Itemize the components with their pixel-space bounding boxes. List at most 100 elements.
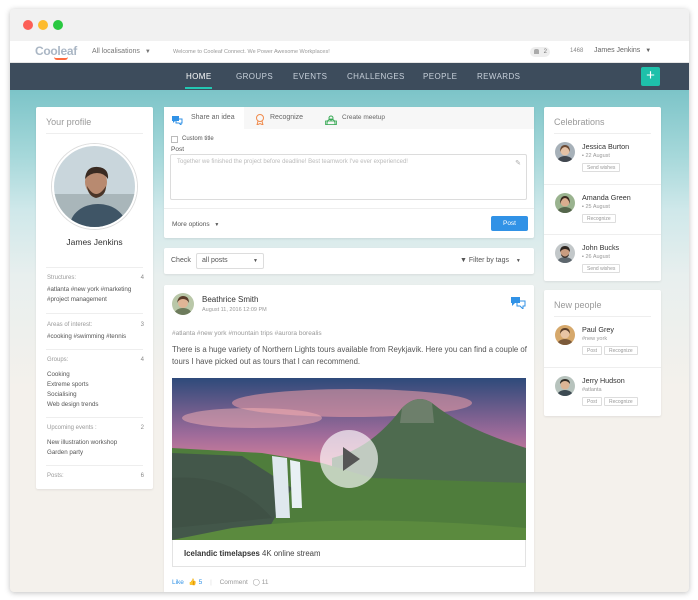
post-tags[interactable]: #atlanta #new york #mountain trips #auro… [172,330,322,337]
divider [544,184,661,185]
location-selector[interactable]: All localisations ▼ [92,48,151,55]
divider [164,208,534,209]
group-item[interactable]: Socialising [47,390,77,400]
main-nav: HOME GROUPS EVENTS CHALLENGES PEOPLE REW… [10,63,689,90]
post-button[interactable]: Post [491,216,528,231]
new-people-card: New people Paul Grey #new york Post Reco… [544,290,661,416]
avatar[interactable] [555,142,575,162]
avatar[interactable] [555,243,575,263]
maximize-window-icon[interactable] [53,20,63,30]
posts-count: 6 [140,473,144,479]
new-people-title: New people [554,300,602,310]
group-item[interactable]: Cooking [47,370,70,380]
play-button[interactable] [320,430,378,488]
avatar[interactable] [555,325,575,345]
profile-avatar[interactable] [52,144,137,229]
comment-button[interactable]: Comment ◯ 11 [220,579,269,586]
events-label: Upcoming events : [47,425,97,431]
new-person-tag: #atlanta [582,387,602,393]
video-thumbnail[interactable] [172,378,526,540]
video-caption[interactable]: Icelandic timelapses 4K online stream [172,540,526,567]
feed-filter-bar: Check all posts ▼ ▼ Filter by tags ▼ [164,248,534,274]
medal-icon [255,113,265,135]
event-item[interactable]: New illustration workshop [47,438,117,448]
minimize-window-icon[interactable] [38,20,48,30]
user-menu-name: James Jenkins [594,47,641,54]
active-nav-indicator [185,87,212,89]
app-window: Cooleaf All localisations ▼ Welcome to C… [10,9,689,592]
interests-tags[interactable]: #cooking #swimming #tennis [47,332,126,342]
post-actions: Like 👍 5 | Comment ◯ 11 [172,578,268,586]
celebrations-card: Celebrations Jessica Burton ▪ 22 August … [544,107,661,281]
groups-count: 4 [140,357,144,363]
tab-recognize[interactable]: Recognize [252,107,322,129]
divider [554,133,651,134]
avatar[interactable] [555,193,575,213]
post-type-value: all posts [202,257,228,264]
chat-bubbles-icon[interactable] [510,296,526,314]
nav-groups[interactable]: GROUPS [236,72,273,81]
cake-icon: ▪ [582,204,584,210]
new-person-name[interactable]: Jerry Hudson [582,376,625,385]
send-wishes-button[interactable]: Send wishes [582,163,621,172]
send-wishes-button[interactable]: Send wishes [582,264,621,273]
celebration-date-text: 26 August [585,254,610,260]
tab-create-meetup[interactable]: Create meetup [324,107,414,129]
custom-title-checkbox[interactable] [171,136,178,143]
nav-people[interactable]: PEOPLE [423,72,457,81]
post-placeholder: Together we finished the project before … [177,159,408,165]
like-count: 5 [198,579,203,586]
post-type-select[interactable]: all posts ▼ [196,253,264,269]
group-item[interactable]: Web design trends [47,400,98,410]
groups-label: Groups: [47,357,69,363]
comment-bubble-icon: ◯ [252,579,260,586]
recognize-button[interactable]: Recognize [604,397,638,406]
funnel-icon: ▼ [460,257,467,264]
notifications-button[interactable]: 2 [530,47,550,57]
user-menu[interactable]: James Jenkins ▼ [594,47,651,54]
tab-recognize-label: Recognize [270,114,304,121]
divider [46,349,143,350]
celebration-person-name[interactable]: John Bucks [582,243,619,252]
post-textarea[interactable]: Together we finished the project before … [170,154,527,200]
chat-bubbles-icon [171,113,183,127]
nav-challenges[interactable]: CHALLENGES [347,72,405,81]
chevron-down-icon: ▼ [645,48,652,54]
attachment-icon[interactable]: ✎ [515,159,521,167]
chevron-down-icon: ▼ [214,222,220,228]
structures-count: 4 [140,275,144,281]
group-item[interactable]: Extreme sports [47,380,89,390]
avatar[interactable] [555,376,575,396]
celebration-person-name[interactable]: Jessica Burton [582,142,629,151]
interests-count: 3 [140,322,144,328]
add-button[interactable]: + [641,67,660,86]
like-button[interactable]: Like 👍 5 [172,579,202,586]
celebration-person-name[interactable]: Amanda Green [582,193,631,202]
filter-by-tags-button[interactable]: ▼ Filter by tags ▼ [460,257,521,264]
post-to-person-button[interactable]: Post [582,346,603,355]
more-options-label: More options [172,221,210,228]
comment-label: Comment [219,579,248,586]
nav-events[interactable]: EVENTS [293,72,327,81]
close-window-icon[interactable] [23,20,33,30]
custom-title-label: Custom title [182,136,214,142]
cooleaf-logo[interactable]: Cooleaf [35,44,77,58]
profile-name[interactable]: James Jenkins [36,237,153,247]
profile-card-title: Your profile [46,117,92,127]
new-person-name[interactable]: Paul Grey [582,325,614,334]
author-name[interactable]: Beathrice Smith [202,295,258,304]
nav-home[interactable]: HOME [186,72,212,81]
recognize-button[interactable]: Recognize [582,214,616,223]
recognize-button[interactable]: Recognize [604,346,638,355]
structures-tags[interactable]: #atlanta #new york #marketing #project m… [47,285,131,304]
composer-tabs: Share an idea Recognize Create meetup [164,107,534,129]
more-options-button[interactable]: More options ▼ [172,221,219,228]
nav-rewards[interactable]: REWARDS [477,72,520,81]
event-item[interactable]: Garden party [47,448,83,458]
divider [544,234,661,235]
author-avatar[interactable] [172,293,194,315]
post-to-person-button[interactable]: Post [582,397,603,406]
chevron-down-icon: ▼ [253,258,258,264]
tab-share-idea[interactable]: Share an idea [164,107,244,129]
chevron-down-icon: ▼ [144,49,151,55]
